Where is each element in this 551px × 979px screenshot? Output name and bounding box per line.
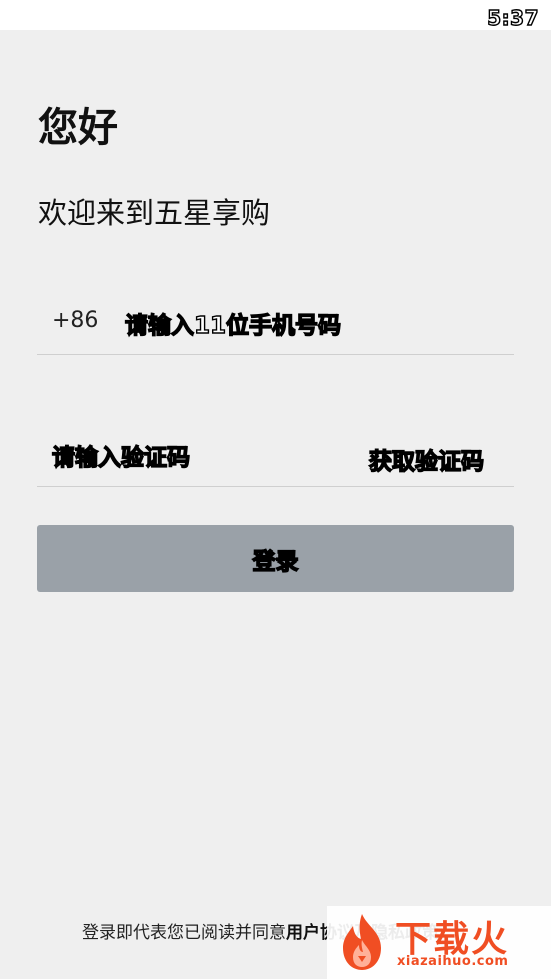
page-title: 您好 bbox=[38, 105, 118, 151]
agreement-text: 登录即代表您已阅读并同意 bbox=[82, 923, 286, 943]
login-button-label: 登录 bbox=[252, 548, 299, 575]
welcome-subtitle: 欢迎来到五星享购 bbox=[38, 196, 271, 230]
phone-input[interactable]: 请输入11位手机号码 bbox=[124, 306, 341, 340]
phone-field[interactable]: +86 请输入11位手机号码 bbox=[37, 290, 514, 355]
country-code[interactable]: +86 bbox=[52, 308, 98, 333]
watermark-url: xiazaihuo.com bbox=[397, 954, 509, 969]
login-button[interactable]: 登录 bbox=[37, 525, 514, 592]
verification-code-input[interactable]: 请输入验证码 bbox=[51, 438, 190, 472]
status-time: 5:37 bbox=[487, 5, 540, 30]
status-bar: 5:37 bbox=[0, 0, 551, 31]
watermark: 下载火 xiazaihuo.com bbox=[327, 906, 551, 979]
flame-logo-icon bbox=[343, 914, 381, 970]
get-code-button[interactable]: 获取验证码 bbox=[368, 442, 484, 476]
verification-code-field[interactable]: 请输入验证码 获取验证码 bbox=[37, 422, 514, 487]
